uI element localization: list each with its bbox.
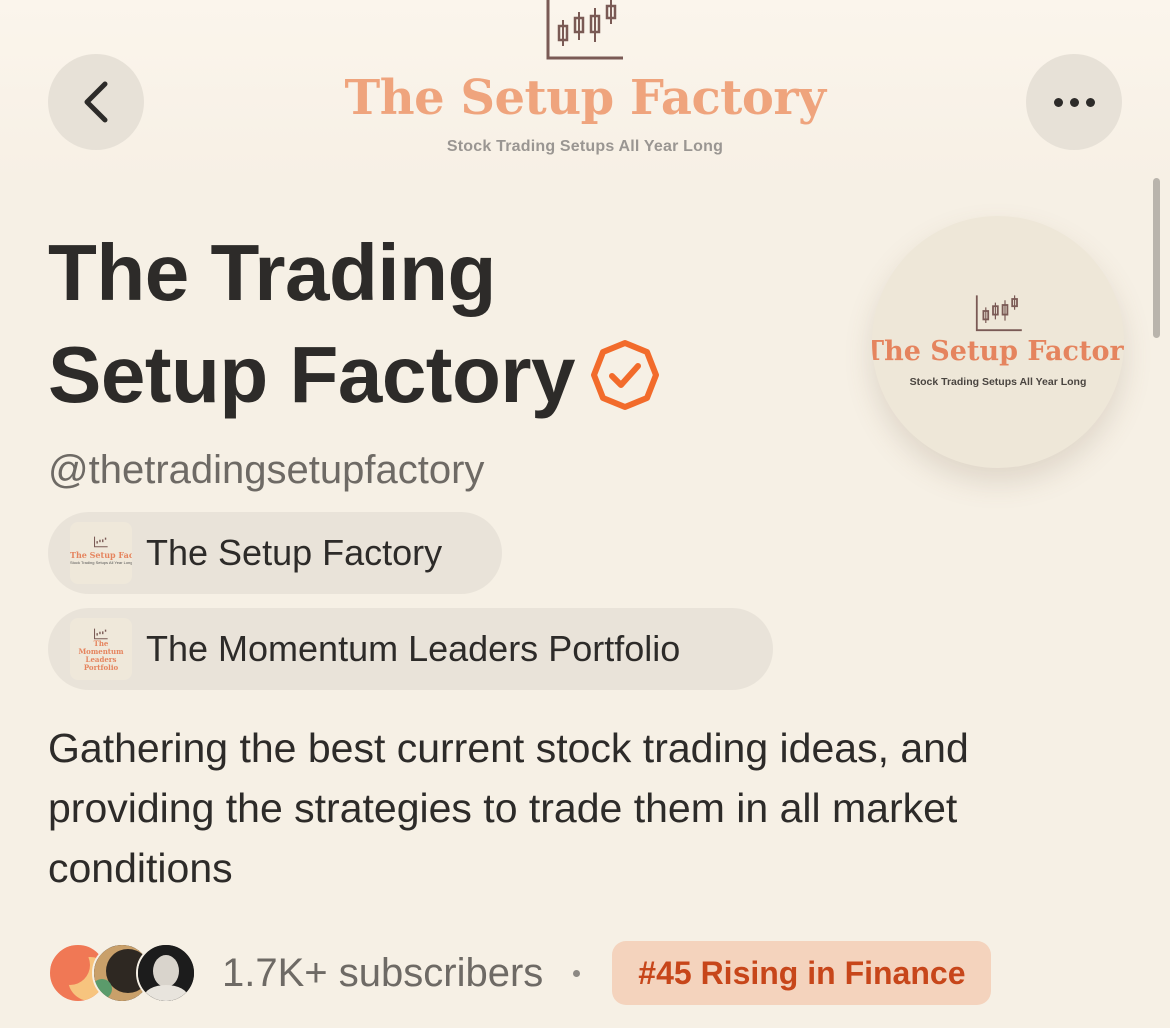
- title-line-2: Setup Factory: [48, 324, 828, 426]
- publication-chip-label: The Momentum Leaders Portfolio: [146, 628, 681, 669]
- more-options-button[interactable]: [1026, 54, 1122, 150]
- publication-thumbnail: The Setup Factory Stock Trading Setups A…: [70, 522, 132, 584]
- stats-row: 1.7K+ subscribers #45 Rising in Finance: [48, 940, 992, 1006]
- avatar-tagline: Stock Trading Setups All Year Long: [909, 376, 1087, 388]
- thumbnail-tagline: Stock Trading Setups All Year Long: [70, 560, 132, 565]
- subscriber-count[interactable]: 1.7K+ subscribers: [222, 951, 543, 996]
- publication-logo[interactable]: The Setup Factory Stock Trading Setups A…: [340, 0, 830, 165]
- brand-title: The Setup Factory: [344, 70, 826, 126]
- brand-tagline: Stock Trading Setups All Year Long: [446, 138, 724, 155]
- publication-handle[interactable]: @thetradingsetupfactory: [48, 448, 484, 493]
- publication-avatar[interactable]: The Setup Factory Stock Trading Setups A…: [872, 216, 1124, 468]
- avatar-title: The Setup Factory: [872, 336, 1124, 367]
- publication-chip-label: The Setup Factory: [146, 532, 443, 573]
- candlestick-chart-icon: [546, 0, 623, 60]
- separator-dot: [573, 969, 581, 977]
- more-horizontal-icon: [1053, 97, 1095, 107]
- thumbnail-title: The Setup Factory: [70, 550, 132, 560]
- rank-badge[interactable]: #45 Rising in Finance: [612, 941, 992, 1005]
- publication-chip-setup-factory[interactable]: The Setup Factory Stock Trading Setups A…: [48, 512, 502, 594]
- candlestick-chart-icon: [94, 536, 108, 548]
- publication-thumbnail: The Momentum Leaders Portfolio: [70, 618, 132, 680]
- title-line-2-text: Setup Factory: [48, 330, 575, 419]
- avatar: [136, 943, 196, 1003]
- thumbnail-title: The Momentum Leaders Portfolio: [78, 639, 124, 672]
- candlestick-chart-icon: [975, 295, 1022, 332]
- publication-description: Gathering the best current stock trading…: [48, 725, 969, 891]
- scrollbar[interactable]: [1153, 178, 1160, 338]
- verified-badge-icon: [590, 339, 659, 410]
- publication-chip-momentum-leaders[interactable]: The Momentum Leaders Portfolio The Momen…: [48, 608, 773, 690]
- top-bar: The Setup Factory Stock Trading Setups A…: [0, 0, 1170, 180]
- title-line-1: The Trading: [48, 228, 496, 317]
- back-button[interactable]: [48, 54, 144, 150]
- subscriber-avatars[interactable]: [48, 941, 198, 1005]
- publication-title: The Trading Setup Factory: [48, 222, 828, 426]
- chevron-left-icon: [84, 81, 108, 123]
